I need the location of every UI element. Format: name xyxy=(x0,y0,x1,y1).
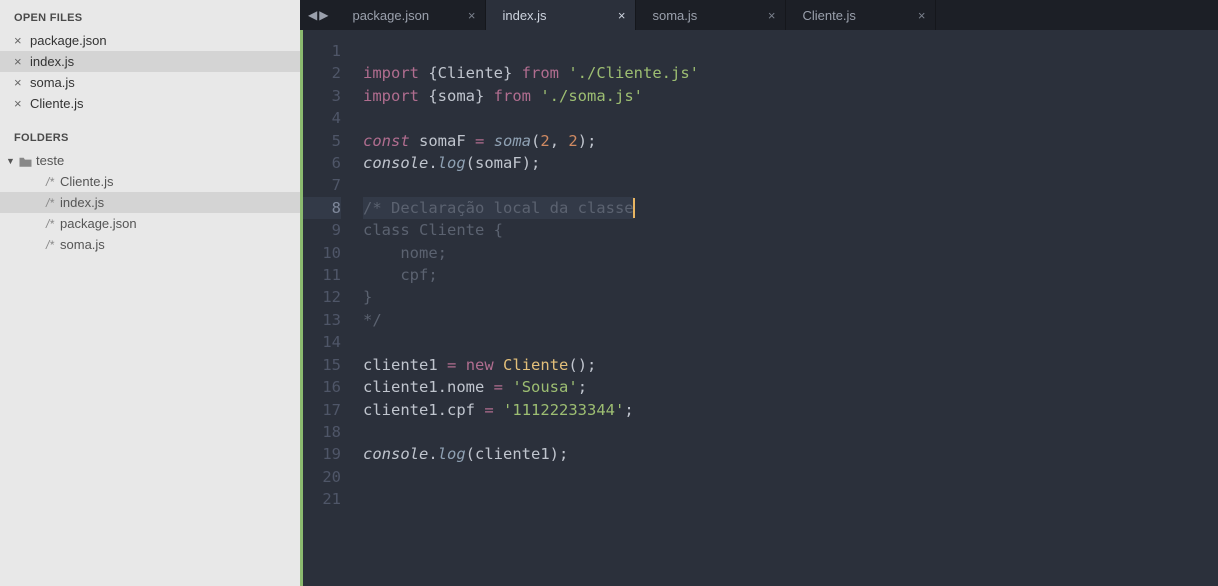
open-file-name: index.js xyxy=(30,54,74,69)
file-type-icon: /* xyxy=(46,175,54,189)
line-number: 4 xyxy=(303,107,341,129)
folder-root-label: teste xyxy=(36,153,64,168)
file-type-icon: /* xyxy=(46,217,54,231)
code-line: class Cliente { xyxy=(363,219,1218,241)
open-file-name: soma.js xyxy=(30,75,75,90)
open-files-list: ×package.json×index.js×soma.js×Cliente.j… xyxy=(0,30,300,114)
code-line xyxy=(363,174,1218,196)
tabs-host: package.json×index.js×soma.js×Cliente.js… xyxy=(336,0,936,30)
nav-back-icon[interactable]: ◀ xyxy=(308,8,317,22)
editor-tab[interactable]: Cliente.js × xyxy=(786,0,936,30)
editor-tab[interactable]: index.js × xyxy=(486,0,636,30)
open-file-item[interactable]: ×index.js xyxy=(0,51,300,72)
line-number-gutter: 123456789101112131415161718192021 xyxy=(303,30,349,586)
line-number: 8 xyxy=(303,197,341,219)
line-number: 21 xyxy=(303,488,341,510)
tree-file-item[interactable]: /* index.js xyxy=(0,192,300,213)
folder-icon xyxy=(18,153,36,168)
file-type-icon: /* xyxy=(46,238,54,252)
folder-root[interactable]: ▼ teste xyxy=(0,150,300,171)
tab-bar: ◀ ▶ package.json×index.js×soma.js×Client… xyxy=(300,0,1218,30)
line-number: 12 xyxy=(303,286,341,308)
line-number: 2 xyxy=(303,62,341,84)
open-file-item[interactable]: ×soma.js xyxy=(0,72,300,93)
editor-tab[interactable]: soma.js × xyxy=(636,0,786,30)
code-line: cliente1 = new Cliente(); xyxy=(363,354,1218,376)
line-number: 10 xyxy=(303,242,341,264)
line-number: 3 xyxy=(303,85,341,107)
folder-tree: /* Cliente.js /* index.js /* package.json /* so… xyxy=(0,171,300,255)
tree-file-name: soma.js xyxy=(60,237,105,252)
tab-label: index.js xyxy=(502,8,546,23)
code-line xyxy=(363,331,1218,353)
tree-file-name: Cliente.js xyxy=(60,174,113,189)
line-number: 9 xyxy=(303,219,341,241)
sidebar: OPEN FILES ×package.json×index.js×soma.j… xyxy=(0,0,300,586)
folders-header: FOLDERS xyxy=(0,128,300,150)
line-number: 7 xyxy=(303,174,341,196)
code-line xyxy=(363,40,1218,62)
editor-area: ◀ ▶ package.json×index.js×soma.js×Client… xyxy=(300,0,1218,586)
code-line xyxy=(363,107,1218,129)
text-cursor xyxy=(633,198,635,218)
tab-label: Cliente.js xyxy=(802,8,855,23)
close-icon[interactable]: × xyxy=(14,96,30,111)
close-icon[interactable]: × xyxy=(14,75,30,90)
code-line: /* Declaração local da classe xyxy=(363,197,1218,219)
line-number: 20 xyxy=(303,466,341,488)
tab-label: package.json xyxy=(352,8,429,23)
code-line: } xyxy=(363,286,1218,308)
chevron-down-icon: ▼ xyxy=(6,156,18,166)
code-line: import {Cliente} from './Cliente.js' xyxy=(363,62,1218,84)
app-root: OPEN FILES ×package.json×index.js×soma.j… xyxy=(0,0,1218,586)
file-type-icon: /* xyxy=(46,196,54,210)
line-number: 11 xyxy=(303,264,341,286)
line-number: 19 xyxy=(303,443,341,465)
code-line xyxy=(363,466,1218,488)
close-icon[interactable]: × xyxy=(14,33,30,48)
close-icon[interactable]: × xyxy=(618,8,626,23)
line-number: 14 xyxy=(303,331,341,353)
line-number: 6 xyxy=(303,152,341,174)
code-line xyxy=(363,421,1218,443)
line-number: 15 xyxy=(303,354,341,376)
nav-forward-icon[interactable]: ▶ xyxy=(319,8,328,22)
close-icon[interactable]: × xyxy=(768,8,776,23)
code-line xyxy=(363,488,1218,510)
tab-label: soma.js xyxy=(652,8,697,23)
open-file-item[interactable]: ×Cliente.js xyxy=(0,93,300,114)
tab-nav-arrows: ◀ ▶ xyxy=(300,0,336,30)
open-file-item[interactable]: ×package.json xyxy=(0,30,300,51)
code-line: cliente1.nome = 'Sousa'; xyxy=(363,376,1218,398)
code-editor[interactable]: 123456789101112131415161718192021 import… xyxy=(300,30,1218,586)
tree-file-name: package.json xyxy=(60,216,137,231)
editor-tab[interactable]: package.json × xyxy=(336,0,486,30)
code-line: nome; xyxy=(363,242,1218,264)
line-number: 17 xyxy=(303,399,341,421)
tree-file-item[interactable]: /* Cliente.js xyxy=(0,171,300,192)
code-line: cliente1.cpf = '11122233344'; xyxy=(363,399,1218,421)
line-number: 1 xyxy=(303,40,341,62)
close-icon[interactable]: × xyxy=(14,54,30,69)
tree-file-item[interactable]: /* package.json xyxy=(0,213,300,234)
code-line: const somaF = soma(2, 2); xyxy=(363,130,1218,152)
line-number: 13 xyxy=(303,309,341,331)
code-line: console.log(somaF); xyxy=(363,152,1218,174)
code-line: import {soma} from './soma.js' xyxy=(363,85,1218,107)
spacer xyxy=(0,114,300,128)
tree-file-item[interactable]: /* soma.js xyxy=(0,234,300,255)
open-file-name: Cliente.js xyxy=(30,96,83,111)
code-line: */ xyxy=(363,309,1218,331)
line-number: 5 xyxy=(303,130,341,152)
code-line: cpf; xyxy=(363,264,1218,286)
line-number: 18 xyxy=(303,421,341,443)
open-file-name: package.json xyxy=(30,33,107,48)
close-icon[interactable]: × xyxy=(918,8,926,23)
line-number: 16 xyxy=(303,376,341,398)
code-content[interactable]: import {Cliente} from './Cliente.js'impo… xyxy=(349,30,1218,586)
code-line: console.log(cliente1); xyxy=(363,443,1218,465)
close-icon[interactable]: × xyxy=(468,8,476,23)
tree-file-name: index.js xyxy=(60,195,104,210)
open-files-header: OPEN FILES xyxy=(0,8,300,30)
